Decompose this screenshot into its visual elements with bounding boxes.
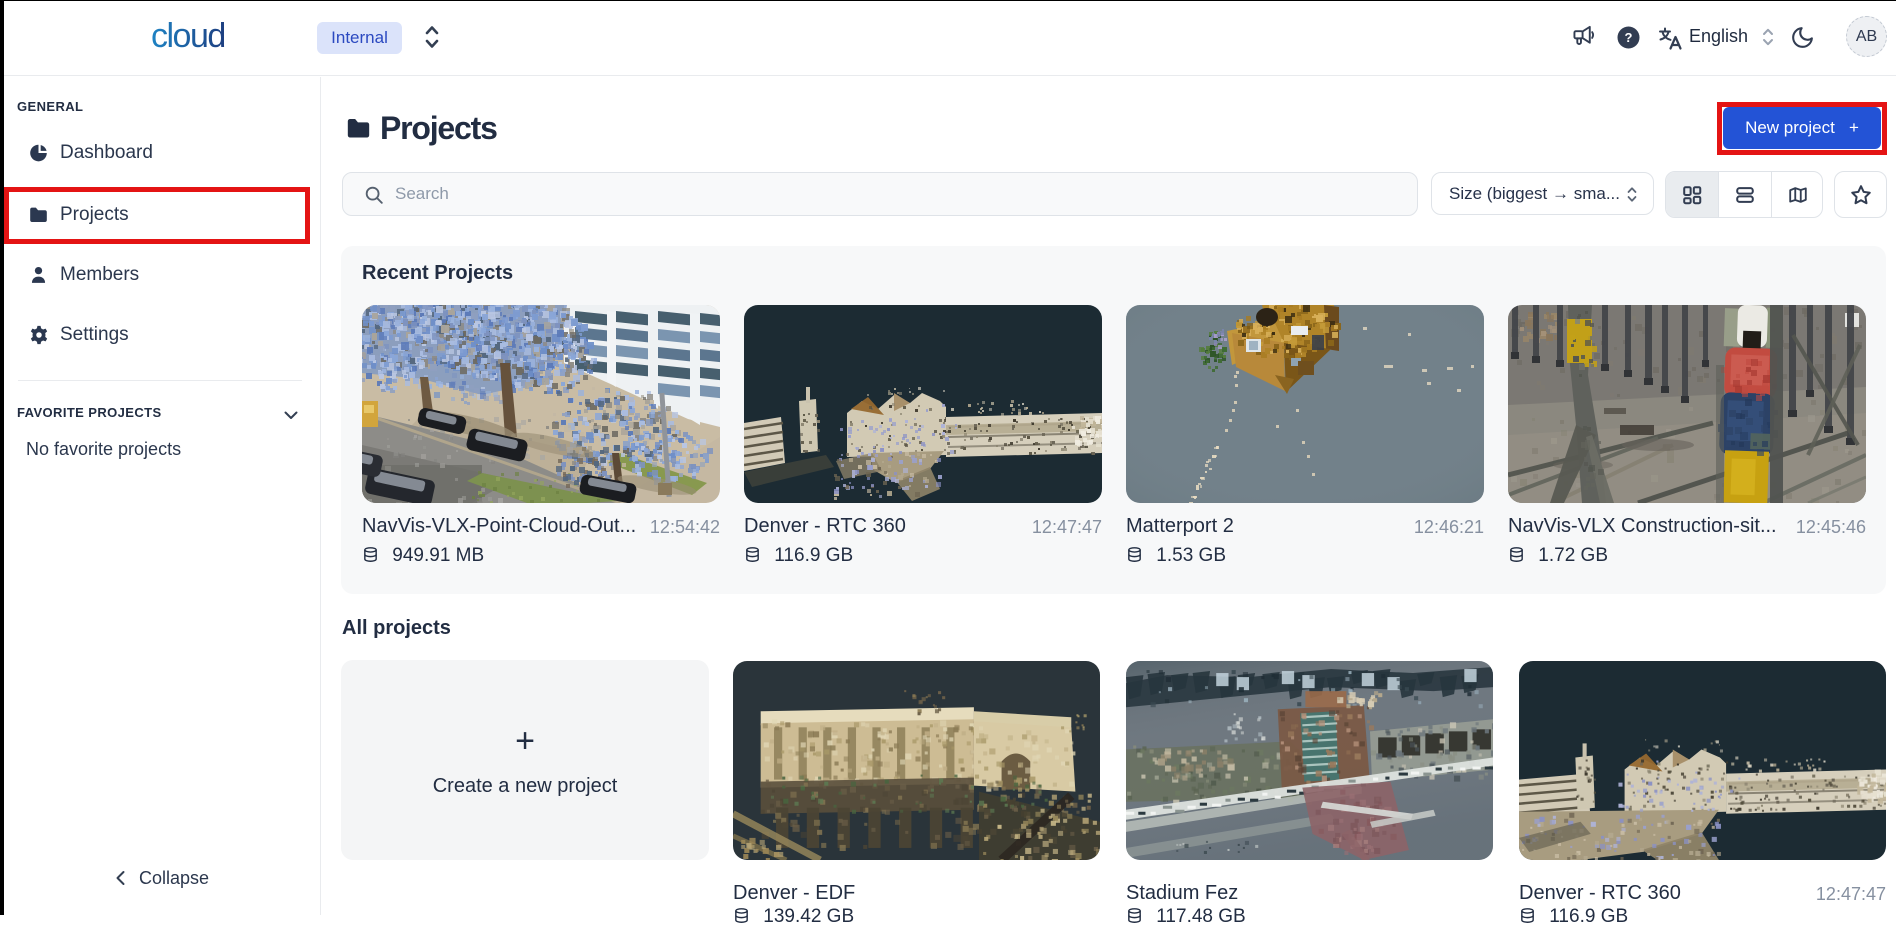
svg-text:?: ? [1625, 30, 1633, 45]
